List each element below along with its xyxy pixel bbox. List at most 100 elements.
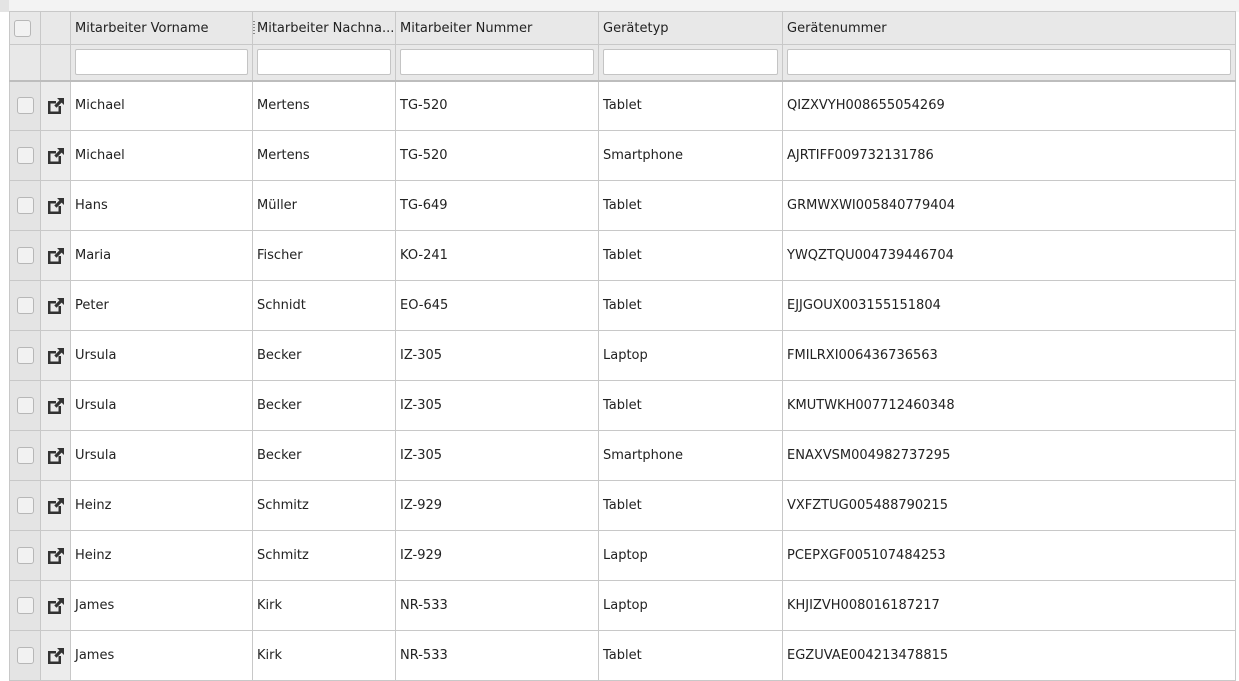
open-external-icon[interactable] xyxy=(45,195,67,217)
row-checkbox[interactable] xyxy=(16,97,34,115)
cell-vorname: Ursula xyxy=(70,430,253,481)
filter-input-vorname[interactable] xyxy=(75,49,248,76)
open-external-icon[interactable] xyxy=(45,295,67,317)
row-select-cell[interactable] xyxy=(9,80,41,131)
header-row: Mitarbeiter Vorname Mitarbeiter Nachna..… xyxy=(9,11,1236,45)
open-external-icon[interactable] xyxy=(45,95,67,117)
row-open-cell[interactable] xyxy=(40,280,71,331)
table-row[interactable]: Heinz Schmitz IZ-929 Tablet VXFZTUG005488790… xyxy=(9,480,1236,531)
row-select-cell[interactable] xyxy=(9,230,41,281)
row-open-cell[interactable] xyxy=(40,230,71,281)
row-checkbox[interactable] xyxy=(16,197,34,214)
column-resize-grip-icon[interactable] xyxy=(253,21,255,35)
filter-input-geraetenummer[interactable] xyxy=(787,49,1231,76)
column-header-nummer[interactable]: Mitarbeiter Nummer xyxy=(395,11,599,45)
cell-geraetetyp: Tablet xyxy=(598,230,783,281)
cell-geraetenummer: GRMWXWI005840779404 xyxy=(782,180,1236,231)
select-all-cell[interactable] xyxy=(9,11,41,45)
row-select-cell[interactable] xyxy=(9,280,41,331)
row-checkbox[interactable] xyxy=(16,647,34,664)
row-open-cell[interactable] xyxy=(40,130,71,181)
row-open-cell[interactable] xyxy=(40,480,71,531)
filter-input-geraetetyp[interactable] xyxy=(603,49,778,76)
row-checkbox[interactable] xyxy=(16,397,34,414)
table-row[interactable]: Peter Schnidt EO-645 Tablet EJJGOUX003155151… xyxy=(9,280,1236,331)
row-select-cell[interactable] xyxy=(9,530,41,581)
cell-nachname: Fischer xyxy=(252,230,396,281)
table-row[interactable]: Ursula Becker IZ-305 Laptop FMILRXI006436736… xyxy=(9,330,1236,381)
cell-nachname: Mertens xyxy=(252,130,396,181)
cell-vorname: Heinz xyxy=(70,530,253,581)
table-row[interactable]: Hans Müller TG-649 Tablet GRMWXWI00584077940… xyxy=(9,180,1236,231)
row-select-cell[interactable] xyxy=(9,180,41,231)
cell-vorname: Ursula xyxy=(70,380,253,431)
filter-input-nachname[interactable] xyxy=(257,49,391,76)
row-open-cell[interactable] xyxy=(40,80,71,131)
row-select-cell[interactable] xyxy=(9,630,41,681)
open-external-icon[interactable] xyxy=(45,495,67,517)
cell-nummer: TG-520 xyxy=(395,80,599,131)
cell-vorname: Hans xyxy=(70,180,253,231)
cell-nummer: EO-645 xyxy=(395,280,599,331)
column-header-geraetenummer[interactable]: Gerätenummer xyxy=(782,11,1236,45)
table-row[interactable]: Heinz Schmitz IZ-929 Laptop PCEPXGF005107484… xyxy=(9,530,1236,581)
filter-input-nummer[interactable] xyxy=(400,49,594,76)
open-external-icon[interactable] xyxy=(45,395,67,417)
row-checkbox[interactable] xyxy=(16,347,34,364)
table-row[interactable]: Maria Fischer KO-241 Tablet YWQZTQU004739446… xyxy=(9,230,1236,281)
row-checkbox[interactable] xyxy=(16,597,34,614)
cell-geraetenummer: QIZXVYH008655054269 xyxy=(782,80,1236,131)
column-header-label: Mitarbeiter Nachna... xyxy=(257,20,395,36)
cell-geraetetyp: Tablet xyxy=(598,80,783,131)
row-open-cell[interactable] xyxy=(40,430,71,481)
row-open-cell[interactable] xyxy=(40,380,71,431)
open-external-icon[interactable] xyxy=(45,445,67,467)
cell-nummer: NR-533 xyxy=(395,630,599,681)
table-row[interactable]: Ursula Becker IZ-305 Smartphone ENAXVSM00498… xyxy=(9,430,1236,481)
table-row[interactable]: Ursula Becker IZ-305 Tablet KMUTWKH007712460… xyxy=(9,380,1236,431)
cell-nachname: Schnidt xyxy=(252,280,396,331)
table-row[interactable]: James Kirk NR-533 Tablet EGZUVAE004213478815 xyxy=(9,630,1236,681)
open-external-icon[interactable] xyxy=(45,245,67,267)
column-header-geraetetyp[interactable]: Gerätetyp xyxy=(598,11,783,45)
cell-nachname: Becker xyxy=(252,380,396,431)
row-open-cell[interactable] xyxy=(40,530,71,581)
row-open-cell[interactable] xyxy=(40,180,71,231)
row-checkbox[interactable] xyxy=(16,247,34,264)
cell-geraetetyp: Tablet xyxy=(598,480,783,531)
cell-vorname: Maria xyxy=(70,230,253,281)
row-checkbox[interactable] xyxy=(16,447,34,464)
table-row[interactable]: James Kirk NR-533 Laptop KHJIZVH008016187217 xyxy=(9,580,1236,631)
table-row[interactable]: Michael Mertens TG-520 Smartphone AJRTIFF009… xyxy=(9,130,1236,181)
cell-geraetetyp: Tablet xyxy=(598,280,783,331)
cell-geraetenummer: EJJGOUX003155151804 xyxy=(782,280,1236,331)
row-open-cell[interactable] xyxy=(40,580,71,631)
cell-nachname: Schmitz xyxy=(252,480,396,531)
row-select-cell[interactable] xyxy=(9,580,41,631)
open-external-icon[interactable] xyxy=(45,345,67,367)
row-open-cell[interactable] xyxy=(40,630,71,681)
row-checkbox[interactable] xyxy=(16,297,34,314)
column-header-vorname[interactable]: Mitarbeiter Vorname xyxy=(70,11,253,45)
filter-cell-nummer xyxy=(395,44,599,82)
open-external-icon[interactable] xyxy=(45,595,67,617)
open-column-header xyxy=(40,11,71,45)
row-checkbox[interactable] xyxy=(16,497,34,514)
row-select-cell[interactable] xyxy=(9,330,41,381)
row-checkbox[interactable] xyxy=(16,547,34,564)
row-select-cell[interactable] xyxy=(9,380,41,431)
open-external-icon[interactable] xyxy=(45,145,67,167)
cell-nummer: KO-241 xyxy=(395,230,599,281)
row-select-cell[interactable] xyxy=(9,430,41,481)
row-select-cell[interactable] xyxy=(9,130,41,181)
row-checkbox[interactable] xyxy=(16,147,34,164)
row-open-cell[interactable] xyxy=(40,330,71,381)
data-table: Mitarbeiter Vorname Mitarbeiter Nachna..… xyxy=(9,11,1236,681)
open-external-icon[interactable] xyxy=(45,545,67,567)
row-select-cell[interactable] xyxy=(9,480,41,531)
select-all-checkbox[interactable] xyxy=(14,19,31,37)
cell-nachname: Schmitz xyxy=(252,530,396,581)
table-row[interactable]: Michael Mertens TG-520 Tablet QIZXVYH0086550… xyxy=(9,80,1236,131)
column-header-nachname[interactable]: Mitarbeiter Nachna... xyxy=(252,11,396,45)
open-external-icon[interactable] xyxy=(45,645,67,667)
